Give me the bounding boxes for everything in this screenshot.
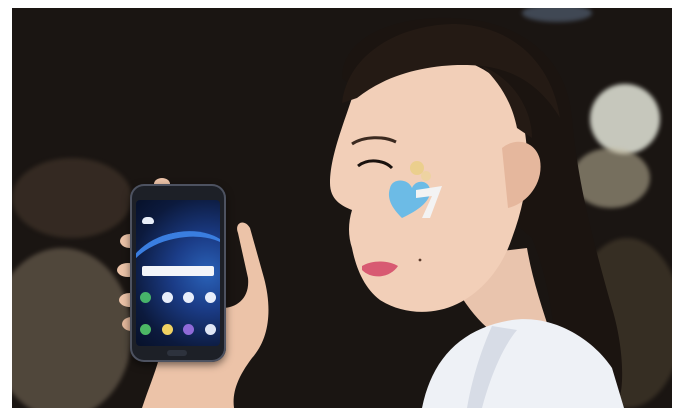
message-icon [161, 324, 173, 335]
phone-screen [136, 200, 220, 346]
home-button [167, 350, 187, 356]
app-row-2 [140, 324, 216, 335]
gallery-icon [204, 324, 216, 335]
app-row-1 [140, 292, 216, 303]
hand [117, 178, 269, 408]
photo-frame [12, 8, 672, 408]
call-icon [140, 324, 151, 335]
phone-icon [140, 292, 151, 303]
contacts-icon [161, 292, 173, 303]
search-bar [142, 266, 214, 276]
camera-icon [183, 292, 195, 303]
status-bar [136, 200, 220, 206]
settings-icon [204, 292, 216, 303]
weather-icon [142, 217, 154, 224]
internet-icon [183, 324, 195, 335]
